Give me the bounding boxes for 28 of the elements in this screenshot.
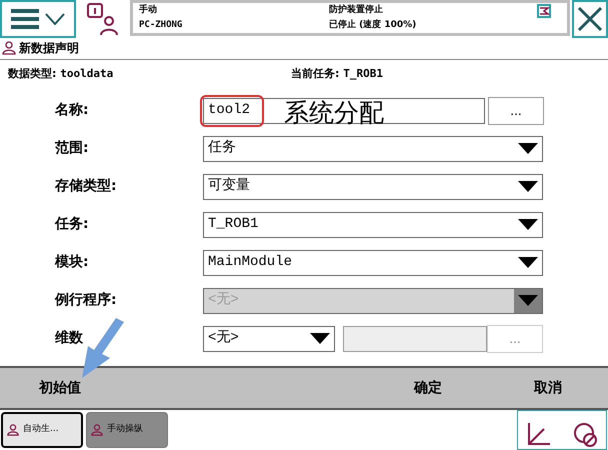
field-label: 名称: <box>54 101 90 120</box>
field-label: 模块: <box>54 253 90 272</box>
initial-value-button[interactable]: 初始值 <box>0 368 120 408</box>
current-task-text: 当前任务: T_ROB1 <box>291 66 383 82</box>
annotation-text: 系统分配 <box>284 100 384 125</box>
field-label: 例行程序: <box>54 290 118 310</box>
dropdown-field[interactable]: MainModule <box>203 250 543 276</box>
controller-name: PC-ZHONG <box>139 18 184 32</box>
run-status-text: 已停止 (速度 100%) <box>329 18 418 32</box>
dimension-dropdown[interactable]: <无> <box>203 326 335 352</box>
field-label: 任务: <box>54 215 90 234</box>
field-label: 维数 <box>54 328 84 348</box>
taskbar-button[interactable]: 自动生... <box>1 412 83 448</box>
safety-status-text: 防护装置停止 <box>329 4 384 17</box>
field-label: 范围: <box>54 139 90 158</box>
taskbar-button[interactable]: 手动操纵 <box>86 412 168 448</box>
cancel-button[interactable]: 取消 <box>488 368 608 408</box>
browse-button[interactable]: ... <box>487 324 543 353</box>
dropdown-field[interactable]: 可变量 <box>203 174 543 200</box>
browse-button[interactable]: ... <box>488 96 544 125</box>
mode-text: 手动 <box>139 4 158 17</box>
status-panel[interactable]: 手动 防护装置停止 PC-ZHONG 已停止 (速度 100%) <box>130 0 570 36</box>
dropdown-field[interactable]: 任务 <box>203 136 543 162</box>
data-type-text: 数据类型: tooldata <box>8 66 114 82</box>
view-title: 新数据声明 <box>19 40 79 58</box>
ok-button[interactable]: 确定 <box>368 368 488 408</box>
field-label: 存储类型: <box>54 177 118 196</box>
dropdown-field[interactable]: T_ROB1 <box>203 212 543 238</box>
